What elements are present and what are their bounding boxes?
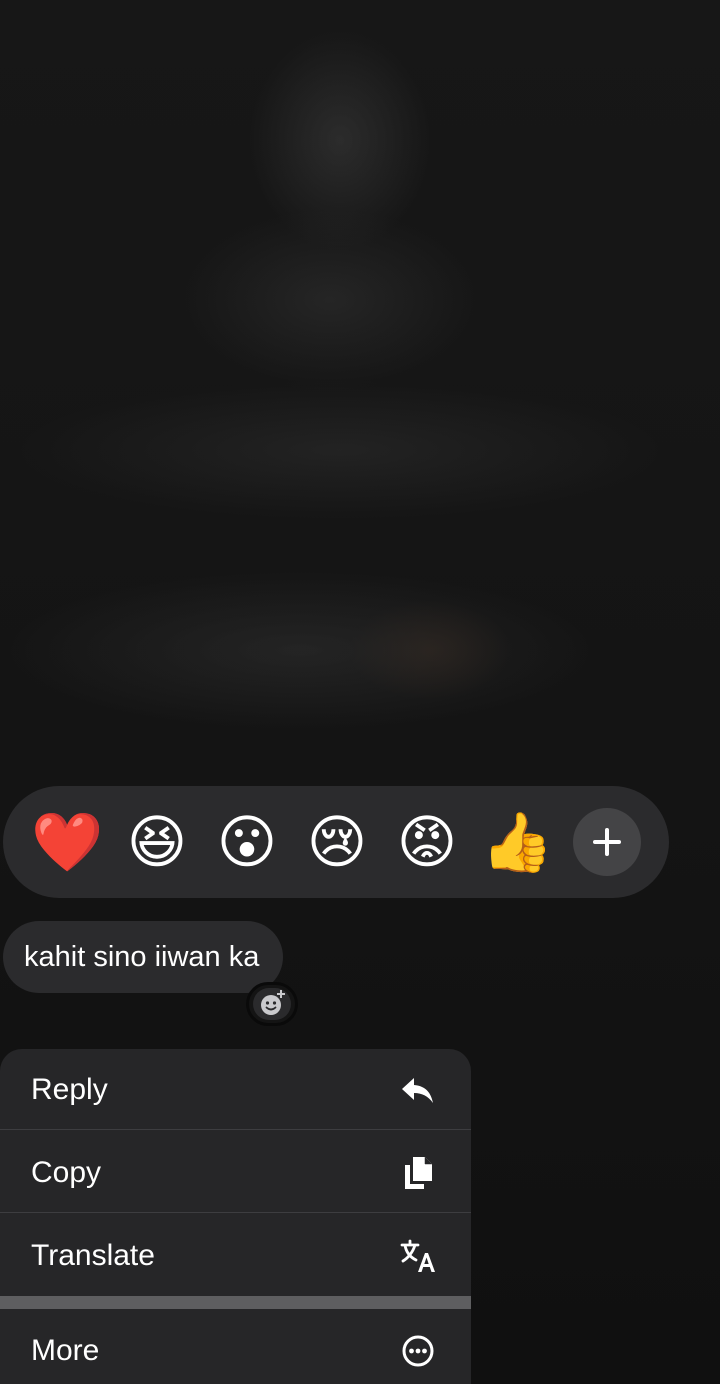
crying-reaction-button[interactable]: 😢 [301, 806, 373, 878]
angry-reaction-button[interactable]: 😡 [391, 806, 463, 878]
menu-item-more[interactable]: More [0, 1310, 471, 1384]
menu-item-reply[interactable]: Reply [0, 1049, 471, 1131]
menu-item-label: Translate [31, 1239, 155, 1272]
surprised-reaction-button[interactable]: 😮 [211, 806, 283, 878]
menu-item-label: Copy [31, 1156, 102, 1189]
menu-group-separator [0, 1296, 471, 1309]
more-icon [402, 1335, 434, 1367]
menu-divider [0, 1129, 471, 1130]
menu-item-copy[interactable]: Copy [0, 1132, 471, 1214]
message-text: kahit sino iiwan ka [24, 940, 260, 973]
more-reactions-button[interactable] [573, 808, 641, 876]
reply-icon [402, 1078, 433, 1103]
copy-icon [405, 1157, 432, 1189]
menu-item-label: More [31, 1334, 100, 1367]
reaction-bar: ❤️ 😆 😮 😢 😡 👍 [3, 786, 669, 898]
translate-icon [400, 1239, 435, 1272]
laughing-reaction-button[interactable]: 😆 [121, 806, 193, 878]
menu-item-label: Reply [31, 1073, 108, 1106]
heart-reaction-button[interactable]: ❤️ [31, 806, 103, 878]
add-reaction-button[interactable] [246, 982, 298, 1026]
menu-item-translate[interactable]: Translate [0, 1215, 471, 1297]
message-bubble[interactable]: kahit sino iiwan ka [3, 921, 284, 993]
add-reaction-icon [261, 990, 285, 1015]
thumbs-up-reaction-button[interactable]: 👍 [481, 806, 553, 878]
message-context-menu: Reply Copy Translate More [0, 1049, 471, 1384]
menu-divider [0, 1212, 471, 1213]
